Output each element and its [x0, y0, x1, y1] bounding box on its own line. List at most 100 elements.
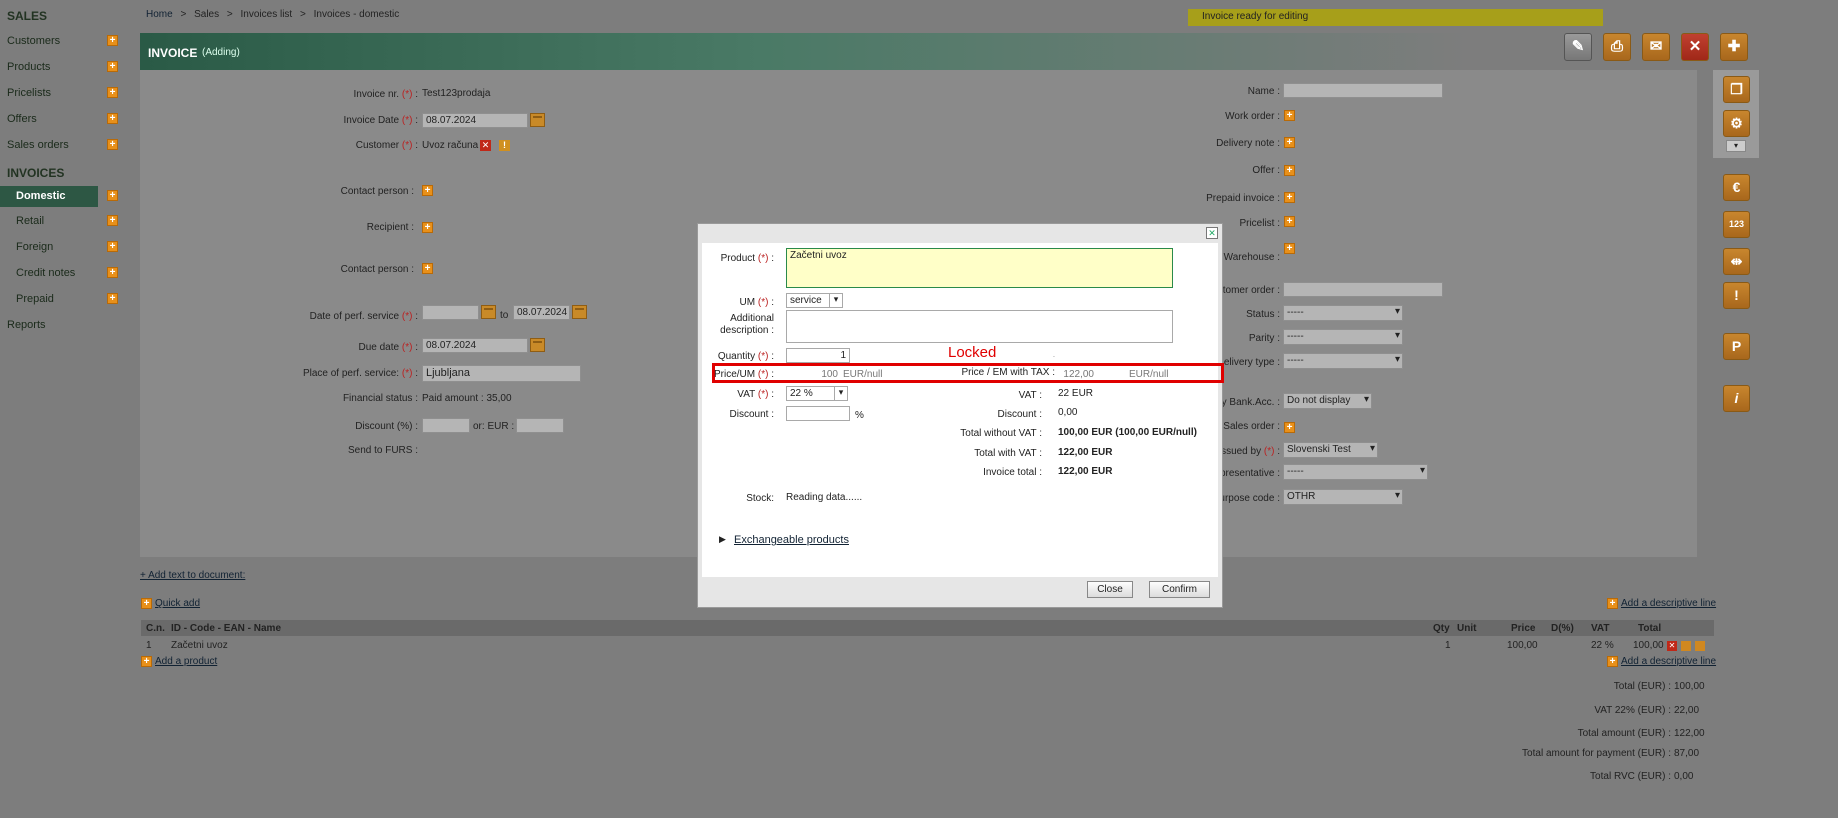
add-work-order-icon[interactable] — [1284, 110, 1295, 121]
additional-description-input[interactable] — [786, 310, 1173, 343]
parity-select[interactable]: ----- — [1283, 329, 1403, 345]
split-icon[interactable]: ⇹ — [1723, 248, 1750, 275]
add-customer-icon[interactable] — [107, 35, 118, 46]
breadcrumb-invoices-list[interactable]: Invoices list — [241, 9, 293, 20]
status-label: Status : — [1246, 309, 1280, 320]
calendar-icon[interactable] — [481, 305, 496, 319]
info-icon[interactable]: i — [1723, 385, 1750, 412]
sidebar-item-customers[interactable]: Customers — [7, 35, 60, 47]
add-domestic-icon[interactable] — [107, 190, 118, 201]
add-prepaid-icon[interactable] — [107, 293, 118, 304]
perf-date-to-input[interactable]: 08.07.2024 — [513, 305, 570, 320]
add-descriptive-line2-link[interactable]: Add a descriptive line — [1621, 656, 1716, 667]
dot: . — [1053, 352, 1055, 359]
breadcrumb-home[interactable]: Home — [146, 9, 173, 20]
add-credit-note-icon[interactable] — [107, 267, 118, 278]
add-descriptive-line2-icon[interactable] — [1607, 656, 1618, 667]
breadcrumb-sales[interactable]: Sales — [194, 9, 219, 20]
delete-icon[interactable]: ✕ — [1681, 33, 1709, 61]
discount-eur-input[interactable] — [516, 418, 564, 433]
add-offer-icon[interactable] — [107, 113, 118, 124]
confirm-button[interactable]: Confirm — [1149, 581, 1210, 598]
calendar-icon[interactable] — [530, 338, 545, 352]
remove-customer-icon[interactable]: ✕ — [480, 140, 491, 151]
customer-info-icon[interactable]: ! — [499, 140, 510, 151]
vat-select[interactable]: 22 % ▾ — [786, 386, 848, 401]
sidebar-item-foreign[interactable]: Foreign — [16, 241, 53, 253]
sidebar-item-domestic[interactable]: Domestic — [16, 190, 66, 202]
calendar-icon[interactable] — [572, 305, 587, 319]
add-contact-person-icon[interactable] — [422, 185, 433, 196]
close-button[interactable]: Close — [1087, 581, 1133, 598]
settings-icon[interactable]: ⚙ — [1723, 110, 1750, 137]
sidebar-item-credit-notes[interactable]: Credit notes — [16, 267, 75, 279]
print-icon[interactable]: ⎙ — [1603, 33, 1631, 61]
purpose-code-select[interactable]: OTHR — [1283, 489, 1403, 505]
customer-order-input[interactable] — [1283, 282, 1443, 297]
copy-icon[interactable]: ❐ — [1723, 76, 1750, 103]
warning-icon[interactable]: ! — [1723, 282, 1750, 309]
breadcrumb-separator: > — [226, 9, 233, 20]
quick-add-link[interactable]: Quick add — [155, 598, 200, 609]
sidebar-item-reports[interactable]: Reports — [7, 319, 46, 331]
table-row[interactable]: 1 Začetni uvoz 1 100,00 22 % 100,00 ✕ — [141, 638, 1714, 654]
sidebar-item-retail[interactable]: Retail — [16, 215, 44, 227]
invoice-date-input[interactable]: 08.07.2024 — [422, 113, 528, 128]
email-icon[interactable]: ✉ — [1642, 33, 1670, 61]
sidebar-item-sales-orders[interactable]: Sales orders — [7, 139, 69, 151]
sidebar-item-prepaid[interactable]: Prepaid — [16, 293, 54, 305]
p-icon[interactable]: P — [1723, 333, 1750, 360]
quantity-input[interactable]: 1 — [786, 348, 850, 363]
add-pricelist-link-icon[interactable] — [1284, 216, 1295, 227]
due-date-input[interactable]: 08.07.2024 — [422, 338, 528, 353]
add-text-link[interactable]: + Add text to document: — [140, 570, 245, 581]
delivery-type-label: elivery type : — [1223, 357, 1280, 368]
edit-icon[interactable]: ✎ — [1564, 33, 1592, 61]
product-input[interactable]: Začetni uvoz — [786, 248, 1173, 288]
add-warehouse-icon[interactable] — [1284, 243, 1295, 254]
add-product-icon[interactable] — [107, 61, 118, 72]
edit-row-icon[interactable] — [1695, 641, 1705, 651]
status-select[interactable]: ----- — [1283, 305, 1403, 321]
move-row-icon[interactable] — [1681, 641, 1691, 651]
euro-icon[interactable]: € — [1723, 174, 1750, 201]
representative-select[interactable]: ----- — [1283, 464, 1428, 480]
place-input[interactable]: Ljubljana — [422, 365, 581, 382]
add-contact-person2-icon[interactable] — [422, 263, 433, 274]
add-foreign-icon[interactable] — [107, 241, 118, 252]
perf-date-from-input[interactable] — [422, 305, 479, 320]
add-offer-link-icon[interactable] — [1284, 165, 1295, 176]
add-delivery-note-icon[interactable] — [1284, 137, 1295, 148]
add-sales-order-link-icon[interactable] — [1284, 422, 1295, 433]
add-sales-order-icon[interactable] — [107, 139, 118, 150]
numbers-icon[interactable]: 123 — [1723, 211, 1750, 238]
add-descriptive-line-link[interactable]: Add a descriptive line — [1621, 598, 1716, 609]
add-pricelist-icon[interactable] — [107, 87, 118, 98]
sidebar-item-products[interactable]: Products — [7, 61, 50, 73]
um-select[interactable]: service ▾ — [786, 293, 843, 308]
close-icon[interactable]: ✕ — [1206, 227, 1218, 239]
name-input[interactable] — [1283, 83, 1443, 98]
add-retail-icon[interactable] — [107, 215, 118, 226]
add-product-row-icon[interactable] — [141, 656, 152, 667]
add-product-link[interactable]: Add a product — [155, 656, 217, 667]
total-rvc-label: Total RVC (EUR) : — [1590, 771, 1671, 782]
quick-add-icon[interactable] — [141, 598, 152, 609]
expand-triangle-icon[interactable]: ▶ — [719, 534, 726, 545]
sidebar-item-pricelists[interactable]: Pricelists — [7, 87, 51, 99]
issued-by-select[interactable]: Slovenski Test — [1283, 442, 1378, 458]
add-prepaid-invoice-icon[interactable] — [1284, 192, 1295, 203]
bank-account-select[interactable]: Do not display — [1283, 393, 1372, 409]
add-descriptive-line-icon[interactable] — [1607, 598, 1618, 609]
delete-row-icon[interactable]: ✕ — [1667, 641, 1677, 651]
calendar-icon[interactable] — [530, 113, 545, 127]
discount-input[interactable] — [786, 406, 850, 421]
discount-percent-input[interactable] — [422, 418, 470, 433]
add-recipient-icon[interactable] — [422, 222, 433, 233]
sidebar-item-offers[interactable]: Offers — [7, 113, 37, 125]
locked-note: Locked — [948, 344, 997, 361]
delivery-type-select[interactable]: ----- — [1283, 353, 1403, 369]
exchangeable-products-link[interactable]: Exchangeable products — [734, 534, 849, 546]
add-icon[interactable]: ✚ — [1720, 33, 1748, 61]
chevron-down-icon[interactable]: ▾ — [1726, 140, 1746, 152]
